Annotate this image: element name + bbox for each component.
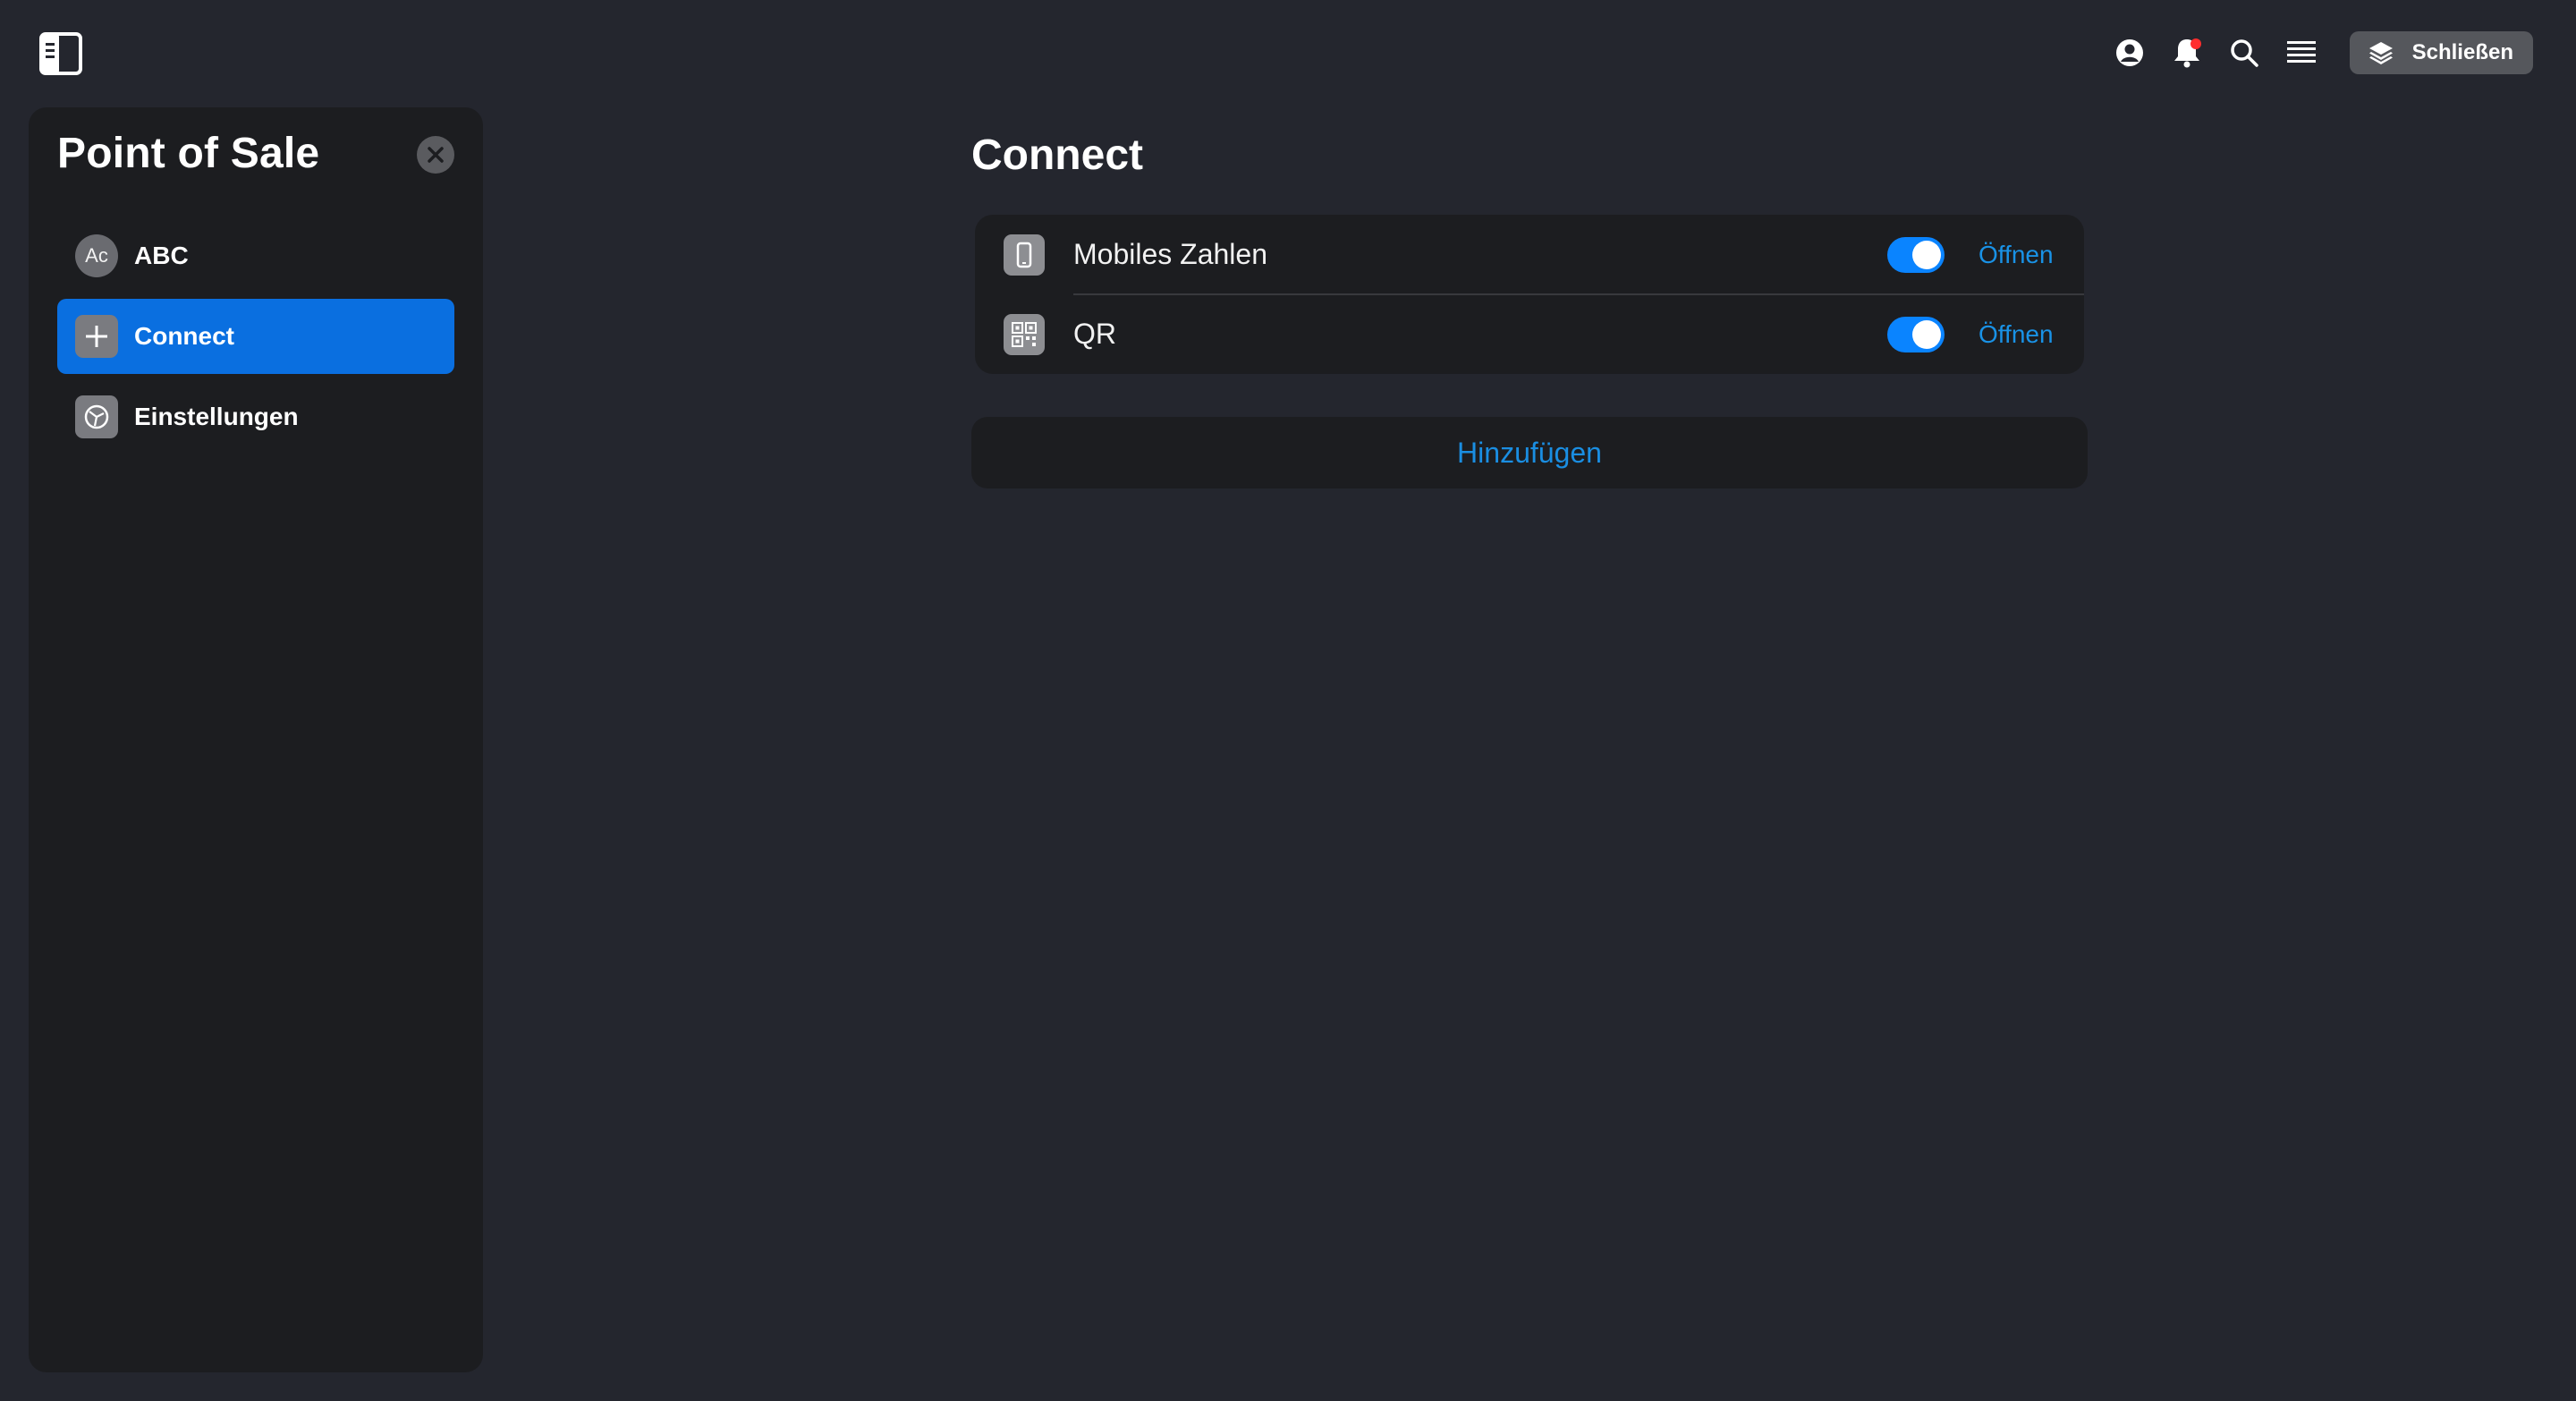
- connect-list: Mobiles Zahlen Öffnen QR Öffnen: [975, 215, 2084, 374]
- sidebar-item-einstellungen[interactable]: Einstellungen: [57, 379, 454, 454]
- row-label: Mobiles Zahlen: [1073, 238, 1267, 270]
- layers-icon: [2368, 39, 2394, 66]
- menu-lines-icon[interactable]: [2282, 33, 2321, 72]
- qr-code-icon: [1004, 313, 1045, 355]
- row-label: QR: [1073, 318, 1116, 350]
- open-link[interactable]: Öffnen: [1979, 320, 2054, 349]
- notification-dot: [2190, 38, 2201, 49]
- sidebar: Point of Sale Ac ABC Connect Einstellung…: [29, 107, 483, 1372]
- avatar: Ac: [75, 234, 118, 277]
- qr-toggle[interactable]: [1887, 316, 1945, 352]
- search-icon[interactable]: [2224, 33, 2264, 72]
- list-item: QR Öffnen: [975, 294, 2084, 374]
- mobiles-zahlen-toggle[interactable]: [1887, 236, 1945, 273]
- sidebar-nav: Ac ABC Connect Einstellungen: [57, 218, 454, 460]
- phone-icon: [1004, 234, 1045, 276]
- bell-icon[interactable]: [2167, 33, 2207, 72]
- sidebar-item-label: Einstellungen: [134, 403, 299, 430]
- open-link[interactable]: Öffnen: [1979, 241, 2054, 269]
- list-item: Mobiles Zahlen Öffnen: [975, 215, 2084, 295]
- sidebar-item-connect[interactable]: Connect: [57, 299, 454, 374]
- sidebar-item-abc[interactable]: Ac ABC: [57, 218, 454, 293]
- plus-icon: [75, 315, 118, 358]
- settings-dial-icon: [75, 395, 118, 438]
- close-button[interactable]: Schließen: [2349, 31, 2533, 74]
- top-bar: Schließen: [0, 0, 2576, 107]
- sidebar-toggle-icon[interactable]: [39, 32, 82, 75]
- sidebar-item-label: ABC: [134, 242, 189, 269]
- add-button[interactable]: Hinzufügen: [971, 417, 2088, 488]
- top-actions: Schließen: [2092, 30, 2533, 75]
- sidebar-title: Point of Sale: [57, 130, 320, 177]
- sidebar-item-label: Connect: [134, 322, 234, 350]
- close-button-label: Schließen: [2411, 40, 2513, 64]
- user-circle-icon[interactable]: [2110, 33, 2149, 72]
- page-title: Connect: [971, 132, 1143, 179]
- sidebar-close-icon[interactable]: [417, 136, 454, 174]
